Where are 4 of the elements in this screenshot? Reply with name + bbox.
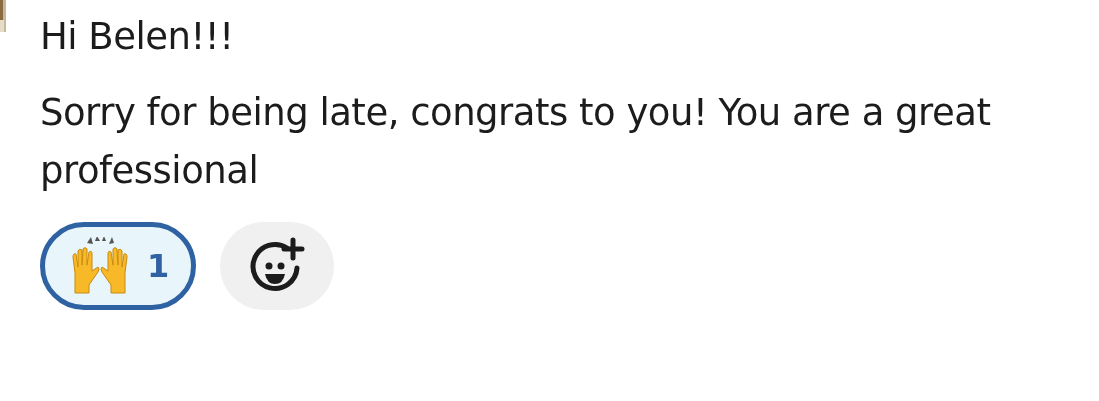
message-text: Hi Belen!!! [40,14,235,60]
message-text: Sorry for being late, congrats to you! You are a great professional [40,90,992,194]
reaction-button[interactable]: 1 [40,222,197,310]
raised-hands-icon [69,237,131,295]
